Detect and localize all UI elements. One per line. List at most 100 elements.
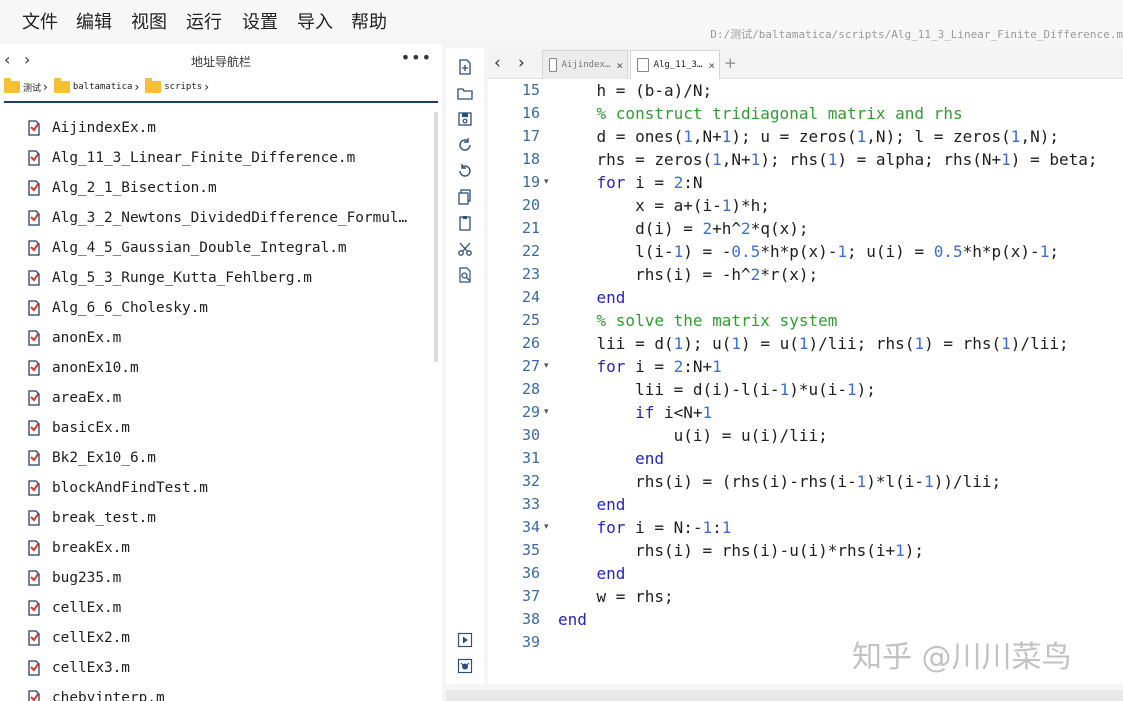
code-token: )*h; xyxy=(731,196,770,215)
file-list-item[interactable]: Alg_3_2_Newtons_DividedDifference_Formul… xyxy=(26,203,407,233)
tab-alg-11-3[interactable]: Alg_11_3… × xyxy=(630,50,720,79)
breadcrumb-item[interactable]: baltamatica › xyxy=(53,78,140,94)
menu-import[interactable]: 导入 xyxy=(297,8,333,34)
folder-icon xyxy=(4,78,20,93)
file-list-item[interactable]: blockAndFindTest.m xyxy=(26,473,208,503)
code-token: d(i) = xyxy=(558,219,703,238)
file-list-item[interactable]: breakEx.m xyxy=(26,533,130,563)
code-text: rhs = zeros(1,N+1); rhs(1) = alpha; rhs(… xyxy=(558,148,1098,171)
close-icon[interactable]: × xyxy=(708,59,715,72)
file-list-item[interactable]: bug235.m xyxy=(26,563,121,593)
code-token: *h*p(x)- xyxy=(760,242,838,261)
close-icon[interactable]: × xyxy=(616,59,623,72)
file-list-item[interactable]: Alg_11_3_Linear_Finite_Difference.m xyxy=(26,143,355,173)
file-list-item[interactable]: cellEx.m xyxy=(26,593,121,623)
code-line: 24 end xyxy=(488,286,1123,309)
code-text: for i = N:-1:1 xyxy=(558,516,732,539)
redo-icon[interactable] xyxy=(457,137,473,153)
line-number: 19 xyxy=(521,173,540,191)
number-token: 1 xyxy=(924,472,934,491)
keyword-token: end xyxy=(596,564,626,583)
number-token: 0.5 xyxy=(731,242,761,261)
breadcrumb-item[interactable]: scripts › xyxy=(145,78,209,94)
file-list-item[interactable]: Alg_5_3_Runge_Kutta_Fehlberg.m xyxy=(26,263,312,293)
file-list-item[interactable]: anonEx10.m xyxy=(26,353,139,383)
fold-toggle-icon[interactable]: ▾ xyxy=(544,401,549,424)
tab-scroll-right-icon[interactable]: › xyxy=(518,53,525,73)
code-token: *r(x); xyxy=(760,265,819,284)
file-list-item[interactable]: chebyinterp.m xyxy=(26,683,165,701)
file-list-item[interactable]: break_test.m xyxy=(26,503,156,533)
number-token: 2 xyxy=(673,173,684,192)
file-list-item[interactable]: Alg_2_1_Bisection.m xyxy=(26,173,217,203)
open-folder-icon[interactable] xyxy=(457,85,473,101)
menu-settings[interactable]: 设置 xyxy=(242,8,278,34)
code-token: i<N+ xyxy=(654,403,703,422)
add-tab-icon[interactable]: + xyxy=(724,54,737,72)
code-line: 19 ▾ for i = 2:N xyxy=(488,171,1123,194)
undo-icon[interactable] xyxy=(457,163,473,179)
number-token: 1 xyxy=(856,472,867,491)
code-token: )/lii; rhs( xyxy=(808,334,915,353)
file-list-item[interactable]: basicEx.m xyxy=(26,413,130,443)
fold-toggle-icon[interactable]: ▾ xyxy=(544,355,549,378)
line-number: 34 xyxy=(521,518,540,536)
new-file-icon[interactable] xyxy=(457,59,473,75)
breadcrumb-item[interactable]: 测试 › xyxy=(4,78,48,94)
code-token: rhs = zeros( xyxy=(558,150,713,169)
menu-edit[interactable]: 编辑 xyxy=(76,8,112,34)
line-number: 28 xyxy=(521,380,540,398)
code-token: ; xyxy=(1049,242,1059,261)
menu-help[interactable]: 帮助 xyxy=(351,8,387,34)
file-list-item[interactable]: anonEx.m xyxy=(26,323,121,353)
m-file-icon xyxy=(28,240,40,256)
line-number: 18 xyxy=(521,150,540,168)
file-list-item[interactable]: cellEx3.m xyxy=(26,653,130,683)
code-line: 26 lii = d(1); u(1) = u(1)/lii; rhs(1) =… xyxy=(488,332,1123,355)
m-file-icon xyxy=(28,450,40,466)
tab-scroll-left-icon[interactable]: ‹ xyxy=(494,53,501,73)
line-number: 35 xyxy=(521,541,540,559)
navigator-divider xyxy=(4,101,438,103)
line-number: 22 xyxy=(521,242,540,260)
document-icon xyxy=(549,58,557,72)
tab-aijindex[interactable]: Aijindex… × xyxy=(542,50,628,79)
file-list-item[interactable]: AijindexEx.m xyxy=(26,113,156,143)
folder-icon xyxy=(53,78,70,93)
file-list-item[interactable]: Alg_4_5_Gaussian_Double_Integral.m xyxy=(26,233,347,263)
code-token: rhs(i) = -h^ xyxy=(558,265,751,284)
debug-icon[interactable] xyxy=(457,658,473,674)
number-token: 1 xyxy=(914,334,925,353)
paste-icon[interactable] xyxy=(457,215,473,231)
m-file-icon xyxy=(28,210,40,226)
code-area[interactable]: 15 h = (b-a)/N; 16 % construct tridiagona… xyxy=(488,78,1123,684)
find-icon[interactable] xyxy=(457,267,473,283)
breadcrumb-label: 测试 xyxy=(23,83,42,94)
file-list-item[interactable]: areaEx.m xyxy=(26,383,121,413)
file-list-item[interactable]: Alg_6_6_Cholesky.m xyxy=(26,293,208,323)
file-list-item[interactable]: Bk2_Ex10_6.m xyxy=(26,443,156,473)
cut-icon[interactable] xyxy=(457,241,473,257)
fold-toggle-icon[interactable]: ▾ xyxy=(544,171,549,194)
copy-icon[interactable] xyxy=(457,189,473,205)
run-icon[interactable] xyxy=(457,632,473,648)
code-text: l(i-1) = -0.5*h*p(x)-1; u(i) = 0.5*h*p(x… xyxy=(558,240,1059,263)
file-list-item[interactable]: cellEx2.m xyxy=(26,623,130,653)
chevron-right-icon: › xyxy=(204,80,209,94)
number-token: 1 xyxy=(731,334,742,353)
more-icon[interactable]: ••• xyxy=(401,48,432,67)
m-file-icon xyxy=(28,660,40,676)
menu-run[interactable]: 运行 xyxy=(186,8,222,34)
file-list-scrollbar[interactable] xyxy=(434,112,438,362)
file-name: Alg_6_6_Cholesky.m xyxy=(52,300,208,316)
file-name: Alg_5_3_Runge_Kutta_Fehlberg.m xyxy=(52,270,312,286)
line-number: 16 xyxy=(521,104,540,122)
number-token: 1 xyxy=(721,127,732,146)
fold-toggle-icon[interactable]: ▾ xyxy=(544,516,549,539)
chevron-right-icon: › xyxy=(134,80,140,94)
save-icon[interactable] xyxy=(457,111,473,127)
code-text: h = (b-a)/N; xyxy=(558,79,713,102)
menu-file[interactable]: 文件 xyxy=(22,8,58,34)
menu-view[interactable]: 视图 xyxy=(131,8,167,34)
